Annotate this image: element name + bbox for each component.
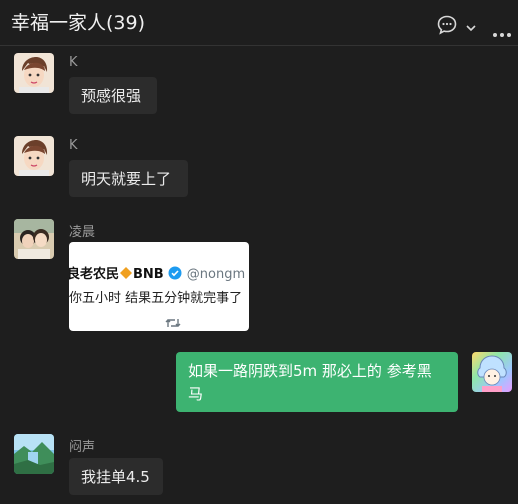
my-avatar[interactable] (472, 352, 512, 392)
avatar[interactable] (14, 219, 54, 259)
avatar[interactable] (14, 136, 54, 176)
verified-badge-icon (168, 266, 182, 282)
sender-name: K (69, 55, 78, 70)
card-author: 良老农民 (69, 267, 120, 282)
avatar[interactable] (14, 53, 54, 93)
card-author-line: 良老农民 BNB @nongm (69, 263, 245, 282)
bnb-diamond-icon (119, 267, 133, 282)
chat-window: 幸福一家人(39) K 预感很强 K 明天就要上了 凌晨 良老农民 BNB @n… (0, 0, 518, 504)
message-bubble[interactable]: 预感很强 (69, 77, 157, 114)
card-text: 你五小时 结果五分钟就完事了 (69, 291, 243, 306)
card-handle: @nongm (186, 267, 246, 282)
my-message-bubble[interactable]: 如果一路阴跌到5m 那必上的 参考黑马 (176, 352, 458, 412)
card-badge: BNB (133, 267, 164, 282)
message-bubble[interactable]: 我挂单4.5 (69, 458, 163, 495)
chat-header: 幸福一家人(39) (0, 0, 518, 46)
retweet-icon[interactable] (164, 315, 182, 331)
shared-post-card[interactable]: 良老农民 BNB @nongm 你五小时 结果五分钟就完事了 (69, 242, 249, 331)
avatar[interactable] (14, 434, 54, 474)
my-message-text: 如果一路阴跌到5m 那必上的 参考黑马 (188, 362, 432, 403)
chat-bubble-icon[interactable] (436, 14, 458, 40)
sender-name: K (69, 138, 78, 153)
chevron-down-icon[interactable] (465, 18, 477, 37)
sender-name: 闷声 (69, 440, 96, 455)
more-horizontal-icon[interactable] (492, 23, 512, 42)
chat-title: 幸福一家人(39) (11, 12, 146, 34)
message-bubble[interactable]: 明天就要上了 (69, 160, 188, 197)
sender-name: 凌晨 (69, 225, 96, 240)
